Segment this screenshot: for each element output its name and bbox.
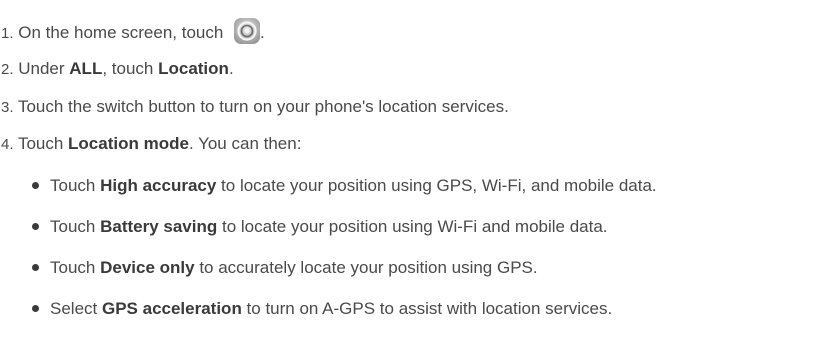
bullet-item-gps-acceleration: Select GPS acceleration to turn on A-GPS… [50,299,612,319]
step-number: 1. [1,25,14,42]
bullet-dot [32,223,39,230]
bullet-text-end: to turn on A-GPS to assist with location… [241,299,613,318]
step-bold-location-mode: Location mode [68,134,189,153]
bullet-bold: Battery saving [100,217,218,236]
bullet-item-battery-saving: Touch Battery saving to locate your posi… [50,217,608,237]
step-number: 2. [1,61,14,78]
bullet-text: Touch [50,258,101,277]
bullet-text: Touch [50,217,101,236]
step-text-end: . [228,59,234,78]
step-3: 3. Touch the switch button to turn on yo… [1,97,509,118]
bullet-text: Touch [50,176,101,195]
step-1: 1. On the home screen, touch . [1,18,265,44]
bullet-dot [32,305,39,312]
step-bold-location: Location [158,59,229,78]
bullet-dot [32,264,39,271]
step-text: Touch the switch button to turn on your … [17,97,509,116]
step-text-end: . You can then: [188,134,302,153]
bullet-item-device-only: Touch Device only to accurately locate y… [50,258,538,278]
settings-gear-icon [234,18,261,44]
bullet-bold: High accuracy [100,176,217,195]
step-number: 4. [1,136,14,153]
step-2: 2. Under ALL, touch Location. [1,59,234,80]
step-text: On the home screen, touch [18,23,224,42]
step-text: Under [18,59,70,78]
bullet-dot [32,182,39,189]
step-text-end: . [260,23,265,42]
bullet-bold: GPS acceleration [101,299,242,318]
bullet-item-high-accuracy: Touch High accuracy to locate your posit… [50,176,657,196]
bullet-text-end: to locate your position using GPS, Wi-Fi… [216,176,657,195]
step-bold-all: ALL [69,59,103,78]
bullet-bold: Device only [100,258,195,277]
bullet-text: Select [50,299,102,318]
bullet-text-end: to accurately locate your position using… [194,258,538,277]
step-4: 4. Touch Location mode. You can then: [1,134,301,155]
step-text: Touch [17,134,69,153]
step-number: 3. [1,99,14,116]
bullet-text-end: to locate your position using Wi-Fi and … [217,217,608,236]
step-text-mid: , touch [102,59,159,78]
